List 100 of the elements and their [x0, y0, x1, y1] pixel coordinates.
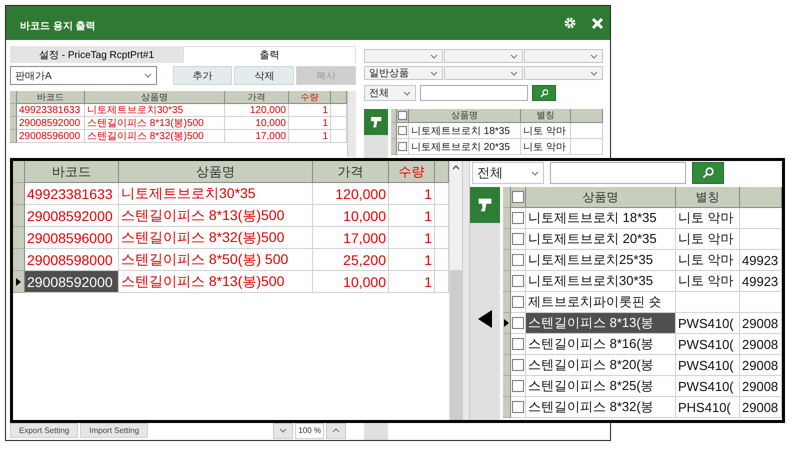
table-cell: 니토제트브로치 18*35	[526, 208, 676, 229]
table-cell: 스텐길이피스 8*13(봉)500	[119, 205, 313, 227]
zoom-in-button[interactable]	[326, 422, 346, 438]
table-cell: 29008	[740, 355, 782, 376]
checkbox[interactable]	[512, 191, 524, 203]
table-cell: 니토 악마	[521, 123, 571, 139]
checkbox[interactable]	[398, 142, 407, 151]
caret-icon	[430, 54, 438, 58]
table-cell: 29008	[740, 397, 782, 418]
column-header: 상품명	[85, 91, 225, 104]
table-cell: 니토 악마	[676, 208, 740, 229]
table-cell: 니토 악마	[676, 229, 740, 250]
caret-icon	[332, 428, 340, 433]
column-header: 가격	[313, 161, 389, 183]
footer-button[interactable]: Import Setting	[80, 423, 148, 438]
table-cell: PWS410(	[676, 376, 740, 397]
search-field[interactable]	[550, 162, 686, 184]
checkbox[interactable]	[512, 275, 524, 287]
table-cell: 니토제트브로치30*35	[119, 183, 313, 205]
table-cell: 제트브로치파이롯핀 숏	[526, 292, 676, 313]
search-icon	[702, 166, 714, 180]
table-cell: 29008	[740, 376, 782, 397]
table-cell: 29008596000	[17, 130, 85, 143]
scrollbar[interactable]	[347, 91, 356, 157]
table-cell: 1	[389, 249, 435, 271]
table-cell: 29008596000	[25, 227, 119, 249]
checkbox[interactable]	[398, 111, 407, 120]
caret-icon	[510, 70, 518, 76]
column-header	[435, 161, 449, 183]
checkbox[interactable]	[512, 254, 524, 266]
table-cell: 1	[289, 104, 331, 117]
table-cell: 49923381633	[25, 183, 119, 205]
search-button[interactable]	[532, 85, 556, 101]
table-cell: 10,000	[313, 205, 389, 227]
checkbox[interactable]	[512, 359, 524, 371]
column-header: 상품명	[526, 187, 676, 208]
close-icon[interactable]	[591, 16, 604, 30]
caret-icon	[279, 428, 288, 433]
checkbox[interactable]	[512, 380, 524, 392]
table-cell: 120,000	[313, 183, 389, 205]
dropdown[interactable]: 일반상품	[364, 66, 443, 80]
table-cell: 1	[289, 130, 331, 143]
table-cell: 니토 악마	[521, 139, 571, 155]
caret-icon	[590, 70, 598, 76]
table-cell: 1	[389, 227, 435, 249]
column-header: 바코드	[17, 91, 85, 104]
checkbox[interactable]	[512, 233, 524, 245]
search-field[interactable]	[420, 85, 528, 101]
table-cell: 1	[389, 205, 435, 227]
table-cell: 스텐길이피스 8*13(봉	[526, 313, 676, 334]
zoom-out-button[interactable]	[273, 422, 294, 438]
table-cell: 49923	[740, 271, 782, 292]
toolbar-button[interactable]: 삭제	[234, 66, 294, 85]
row-pointer-icon	[504, 319, 509, 327]
left-arrow-icon	[478, 310, 492, 328]
checkbox[interactable]	[512, 338, 524, 350]
toolbar-button[interactable]: 추가	[172, 66, 232, 85]
table-cell: 10,000	[313, 271, 389, 293]
checkbox[interactable]	[512, 212, 524, 224]
table-cell: 120,000	[225, 104, 289, 117]
table-cell: 10,000	[225, 117, 289, 130]
column-header: 상품명	[119, 161, 313, 183]
table-cell: 스텐길이피스 8*25(봉	[526, 376, 676, 397]
settings-icon[interactable]	[563, 16, 577, 30]
table-cell: 17,000	[313, 227, 389, 249]
table-cell: 29008598000	[25, 249, 119, 271]
row-header	[13, 161, 25, 183]
row-header	[13, 205, 25, 227]
table-cell: 스텐길이피스 8*50(봉) 500	[119, 249, 313, 271]
table-cell: PWS410(	[676, 313, 740, 334]
dropdown[interactable]: 전체	[364, 85, 416, 101]
window-title: 바코드 용지 출력	[20, 20, 97, 33]
scanner-icon	[476, 196, 494, 214]
table-cell: 니토 악마	[676, 250, 740, 271]
column-header: 바코드	[25, 161, 119, 183]
scrollbar[interactable]	[449, 161, 462, 420]
column-header	[331, 91, 347, 104]
footer-button[interactable]: Export Setting	[10, 423, 78, 438]
column-header	[571, 109, 603, 123]
scanner-button[interactable]	[470, 187, 500, 223]
dropdown[interactable]: 판매가A	[10, 66, 157, 85]
scroll-up-icon[interactable]	[452, 165, 460, 170]
search-button[interactable]	[692, 162, 724, 184]
tab[interactable]: 설정 - PriceTag RcptPrt#1	[10, 46, 183, 63]
checkbox[interactable]	[512, 317, 524, 329]
table-cell: 니토제트브로치 20*35	[526, 229, 676, 250]
table-cell: PHS410(	[676, 397, 740, 418]
scanner-button[interactable]	[364, 109, 388, 135]
scanner-icon	[368, 114, 384, 130]
column-header: 상품명	[409, 109, 521, 123]
table-cell: 17,000	[225, 130, 289, 143]
dropdown[interactable]: 전체	[472, 162, 544, 184]
column-header: 가격	[225, 91, 289, 104]
tab[interactable]: 출력	[183, 46, 356, 63]
table-cell: 29008592000	[25, 271, 119, 293]
zoom-level: 100 %	[295, 422, 324, 438]
checkbox[interactable]	[512, 296, 524, 308]
checkbox[interactable]	[398, 126, 407, 135]
row-header	[13, 227, 25, 249]
checkbox[interactable]	[512, 401, 524, 413]
